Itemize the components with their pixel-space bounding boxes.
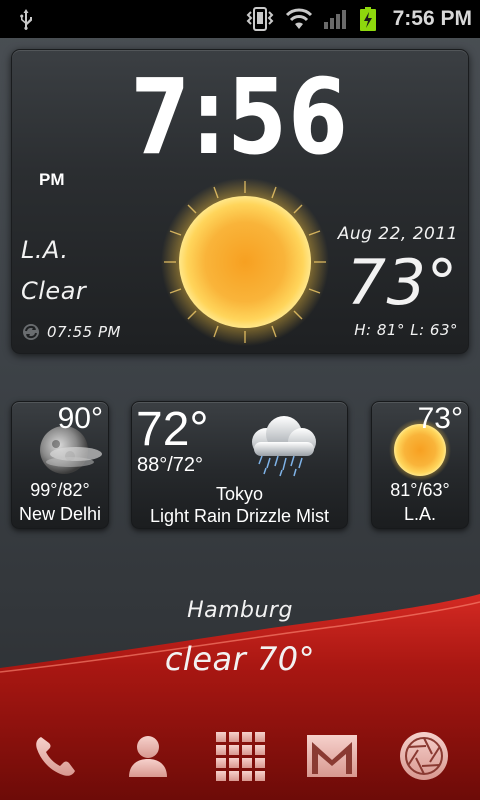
last-updated-time: 07:55 PM — [47, 323, 121, 341]
usb-icon — [20, 9, 32, 30]
widget-city: L.A. — [403, 504, 437, 524]
phone-icon[interactable] — [31, 731, 81, 781]
weather-widget-tokyo[interactable]: 72° 88°/72° Tokyo Light Rain Drizzle Mis… — [131, 401, 348, 529]
battery-charging-icon — [359, 7, 376, 31]
weather-widget-la[interactable]: 73° 81°/63° L.A. — [371, 401, 469, 529]
clock-condition: Clear — [21, 277, 87, 305]
last-updated[interactable]: 07:55 PM — [21, 322, 121, 342]
dock-camera[interactable] — [396, 728, 452, 784]
widget-temperature: 73° — [417, 402, 463, 435]
clock-date: Aug 22, 2011 — [337, 224, 458, 244]
status-icons: 7:56 PM — [245, 0, 472, 38]
dock — [0, 712, 480, 800]
dock-contacts[interactable] — [120, 728, 176, 784]
dock-app-drawer[interactable] — [212, 728, 268, 784]
widget-city: New Delhi — [18, 504, 102, 524]
contacts-icon[interactable] — [123, 731, 173, 781]
clock-time: 7:56 — [130, 56, 350, 178]
dock-gmail[interactable] — [304, 728, 360, 784]
camera-shutter-icon[interactable] — [398, 730, 450, 782]
sun-icon — [161, 178, 329, 346]
hamburg-city[interactable]: Hamburg — [0, 598, 480, 623]
clock-hi-lo: H: 81° L: 63° — [354, 321, 458, 339]
clock-ampm: PM — [39, 170, 65, 189]
signal-icon — [323, 10, 346, 29]
dock-phone[interactable] — [28, 728, 84, 784]
gmail-icon[interactable] — [306, 734, 358, 778]
vibrate-icon — [246, 7, 274, 31]
wifi-icon — [285, 8, 312, 29]
rain-cloud-icon — [252, 416, 316, 477]
clock-city: L.A. — [21, 236, 69, 264]
hamburg-condition[interactable]: clear 70° — [0, 640, 480, 678]
widget-temperature: 90° — [57, 402, 103, 435]
clock-weather-widget[interactable]: 7:56 PM L.A. Clear 07:55 PM Aug 22, 2011… — [11, 49, 469, 354]
clock-temperature: 73° — [346, 246, 458, 319]
widget-condition: Light Rain Drizzle Mist — [149, 506, 330, 526]
widget-temperature: 72° — [136, 403, 209, 456]
widget-range: 81°/63° — [390, 480, 450, 500]
refresh-icon[interactable] — [21, 322, 41, 342]
weather-widget-new-delhi[interactable]: 90° 99°/82° New Delhi — [11, 401, 109, 529]
widget-range: 88°/72° — [137, 454, 204, 476]
status-bar: 7:56 PM — [0, 0, 480, 38]
app-drawer-icon[interactable] — [214, 730, 266, 782]
widget-range: 99°/82° — [30, 480, 90, 500]
widget-city: Tokyo — [215, 484, 264, 504]
status-time: 7:56 PM — [392, 7, 472, 30]
